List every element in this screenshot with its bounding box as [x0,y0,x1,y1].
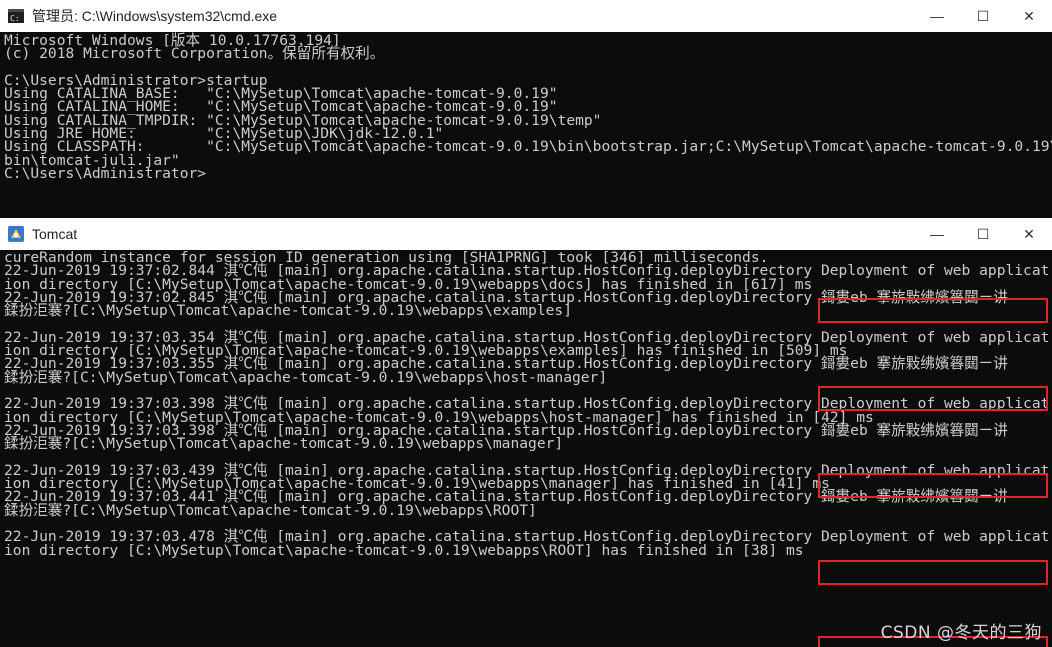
console-line: ion directory [C:\MySetup\Tomcat\apache-… [4,541,804,559]
cmd-icon: C: [8,8,24,24]
cmd-console-output[interactable]: Microsoft Windows [版本 10.0.17763.194] (c)… [0,32,1052,218]
console-line: 鍒扮洰褰?[C:\MySetup\Tomcat\apache-tomcat-9.… [4,368,608,386]
console-line: 鍒扮洰褰?[C:\MySetup\Tomcat\apache-tomcat-9.… [4,435,564,453]
tomcat-window: Tomcat — ☐ ✕ cureRandom instance for ses… [0,218,1052,647]
close-button[interactable]: ✕ [1006,218,1052,250]
console-line: C:\Users\Administrator> [4,164,207,182]
minimize-button[interactable]: — [914,218,960,250]
maximize-button[interactable]: ☐ [960,218,1006,250]
maximize-button[interactable]: ☐ [960,0,1006,32]
highlight-box [818,473,1048,498]
svg-text:C:: C: [10,14,20,23]
cmd-title-bar[interactable]: C: 管理员: C:\Windows\system32\cmd.exe — ☐ … [0,0,1052,32]
minimize-button[interactable]: — [914,0,960,32]
tomcat-window-title: Tomcat [32,226,78,242]
highlight-box [818,298,1048,323]
console-line: 鍒扮洰褰?[C:\MySetup\Tomcat\apache-tomcat-9.… [4,501,537,519]
console-line: (c) 2018 Microsoft Corporation。保留所有权利。 [4,45,385,63]
highlight-box [818,560,1048,585]
close-button[interactable]: ✕ [1006,0,1052,32]
tomcat-title-bar[interactable]: Tomcat — ☐ ✕ [0,218,1052,250]
tomcat-icon [8,226,24,242]
highlight-box [818,386,1048,411]
cmd-window: C: 管理员: C:\Windows\system32\cmd.exe — ☐ … [0,0,1052,218]
cmd-window-title: 管理员: C:\Windows\system32\cmd.exe [32,8,278,24]
watermark: CSDN @冬天的三狗 [880,623,1042,643]
